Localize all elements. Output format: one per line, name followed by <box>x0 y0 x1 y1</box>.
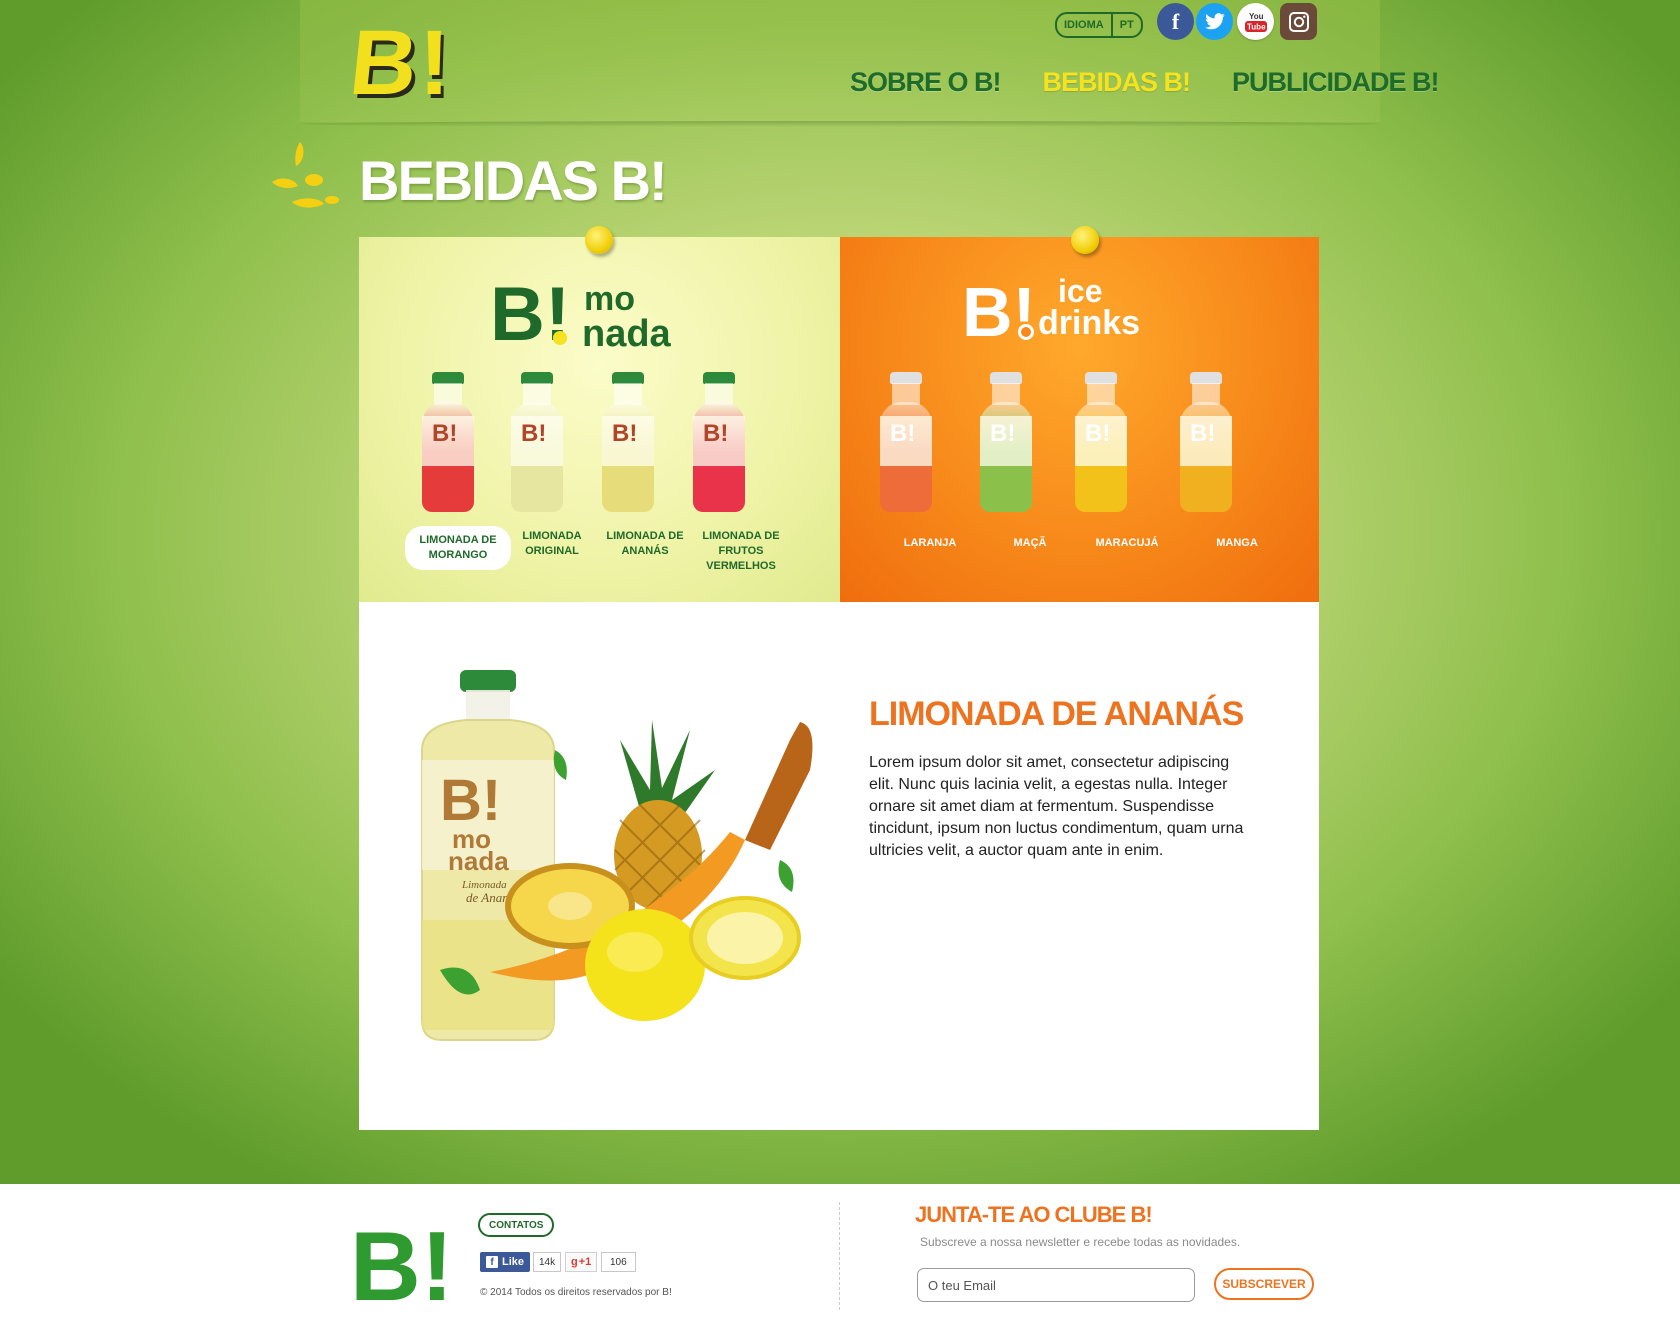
bottle-logo: B! <box>990 420 1016 447</box>
footer-logo[interactable]: B! <box>348 1208 458 1308</box>
limonada-bottle[interactable]: B! <box>598 372 658 512</box>
svg-text:nada: nada <box>448 846 509 876</box>
detail-title: LIMONADA DE ANANÁS <box>869 695 1244 733</box>
product-limonada-frutos-vermelhos[interactable]: LIMONADA DE FRUTOS VERMELHOS <box>686 529 796 574</box>
header-divider <box>300 121 1380 127</box>
product-limonada-morango[interactable]: LIMONADA DE MORANGO <box>405 526 511 570</box>
icedrinks-bottle[interactable]: B! <box>876 372 936 512</box>
icedrinks-bottle[interactable]: B! <box>1176 372 1236 512</box>
facebook-like-count: 14k <box>533 1252 562 1272</box>
limonada-brand-logo: B! mo nada <box>490 272 672 350</box>
youtube-icon[interactable]: You Tube <box>1237 3 1274 40</box>
google-plus-icon: g <box>571 1256 578 1268</box>
product-ice-laranja[interactable]: LARANJA <box>875 536 985 551</box>
svg-text:!: ! <box>419 12 450 112</box>
product-ice-maracuja[interactable]: MARACUJÁ <box>1072 536 1182 551</box>
nav-sobre[interactable]: SOBRE O B! <box>850 67 1002 98</box>
limonada-bottle[interactable]: B! <box>418 372 478 512</box>
bottle-logo: B! <box>1190 420 1216 447</box>
bottle-logo: B! <box>890 420 916 447</box>
copyright: © 2014 Todos os direitos reservados por … <box>480 1287 672 1298</box>
product-illustration: B! mo nada Limonada de Ananás <box>421 670 813 1041</box>
bottle-logo: B! <box>703 420 729 447</box>
language-value: PT <box>1119 19 1134 31</box>
language-selector[interactable]: IDIOMA PT <box>1055 12 1143 38</box>
svg-text:nada: nada <box>582 313 672 350</box>
pin <box>585 226 613 254</box>
svg-text:B!: B! <box>350 1211 453 1308</box>
product-ice-manga[interactable]: MANGA <box>1182 536 1292 551</box>
limonada-bottle[interactable]: B! <box>507 372 567 512</box>
limonada-bottle[interactable]: B! <box>689 372 749 512</box>
twitter-icon[interactable] <box>1196 3 1233 40</box>
facebook-icon: f <box>486 1256 498 1268</box>
splash-decoration <box>272 142 339 208</box>
newsletter-subtitle: Subscreve a nossa newsletter e recebe to… <box>920 1235 1241 1249</box>
bottle-logo: B! <box>612 420 638 447</box>
newsletter-title: JUNTA-TE AO CLUBE B! <box>915 1202 1153 1227</box>
language-label: IDIOMA <box>1064 19 1104 31</box>
site-logo[interactable]: B B ! ! <box>352 12 472 112</box>
bottle-logo: B! <box>432 420 458 447</box>
pin <box>1071 226 1099 254</box>
subscribe-button[interactable]: SUBSCREVER <box>1214 1268 1314 1300</box>
google-plus-label: +1 <box>578 1256 592 1268</box>
google-plus-count: 106 <box>601 1252 636 1272</box>
page-title: BEBIDAS B! <box>359 149 668 212</box>
footer <box>0 1184 1680 1331</box>
product-ice-maca[interactable]: MAÇÃ <box>975 536 1085 551</box>
svg-text:Tube: Tube <box>1247 22 1266 31</box>
bottle-logo: B! <box>1085 420 1111 447</box>
facebook-icon[interactable]: f <box>1157 3 1194 40</box>
main-nav: SOBRE O B! BEBIDAS B! PUBLICIDADE B! <box>850 67 1440 98</box>
google-plus-button[interactable]: g +1 <box>565 1252 598 1272</box>
contacts-button[interactable]: CONTATOS <box>478 1213 555 1237</box>
instagram-icon[interactable] <box>1280 3 1317 40</box>
nav-publicidade[interactable]: PUBLICIDADE B! <box>1232 67 1439 98</box>
bottle-logo: B! <box>521 420 547 447</box>
icedrinks-brand-logo: B! ice drinks <box>962 273 1140 344</box>
email-field[interactable] <box>917 1268 1195 1302</box>
nav-bebidas[interactable]: BEBIDAS B! <box>1043 67 1192 98</box>
svg-text:You: You <box>1249 12 1264 21</box>
svg-text:drinks: drinks <box>1038 304 1140 342</box>
icedrinks-bottle[interactable]: B! <box>1071 372 1131 512</box>
product-limonada-ananas[interactable]: LIMONADA DE ANANÁS <box>590 529 700 559</box>
facebook-like-label: Like <box>502 1256 525 1268</box>
svg-text:B: B <box>352 12 423 112</box>
facebook-like-button[interactable]: f Like <box>480 1252 531 1272</box>
detail-description: Lorem ipsum dolor sit amet, consectetur … <box>869 754 1244 859</box>
footer-divider <box>839 1202 840 1310</box>
icedrinks-bottle[interactable]: B! <box>976 372 1036 512</box>
